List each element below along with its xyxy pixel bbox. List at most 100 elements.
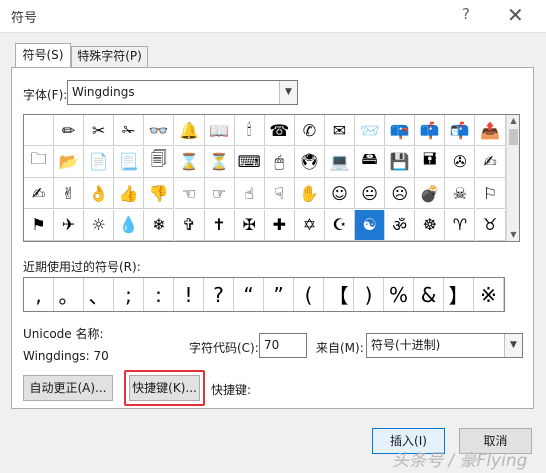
help-icon[interactable]: ? xyxy=(462,5,470,23)
recent-symbol-cell[interactable]: 【 xyxy=(324,278,354,311)
recent-symbol-cell[interactable]: ( xyxy=(294,278,324,311)
close-icon[interactable]: ✕ xyxy=(507,3,524,27)
symbol-cell[interactable]: 📬 xyxy=(445,115,476,146)
recent-symbol-cell[interactable]: : xyxy=(144,278,174,311)
recent-symbol-cell[interactable]: ※ xyxy=(474,278,504,311)
symbol-cell[interactable]: ☜ xyxy=(174,178,205,209)
symbol-cell[interactable]: 📨 xyxy=(355,115,386,146)
symbol-cell[interactable]: ✍ xyxy=(24,178,54,209)
symbol-cell[interactable]: 📖 xyxy=(204,115,235,146)
symbol-cell[interactable]: 🗐 xyxy=(144,146,175,178)
symbol-cell[interactable]: 🔔 xyxy=(174,115,205,146)
recent-symbol-cell[interactable]: % xyxy=(384,278,414,311)
recent-symbols[interactable]: ,。、;:!? “”(【)% &】 ※ xyxy=(23,277,505,312)
symbol-cell[interactable]: ✡ xyxy=(294,209,325,241)
recent-symbol-cell[interactable]: ) xyxy=(354,278,384,311)
font-select[interactable]: Wingdings ▼ xyxy=(67,80,298,105)
symbol-cell[interactable]: ⌨ xyxy=(234,146,265,178)
recent-symbol-cell[interactable]: 、 xyxy=(84,278,114,311)
symbol-cell[interactable]: 📤 xyxy=(475,115,506,146)
symbol-cell[interactable]: ♉ xyxy=(475,209,506,241)
symbol-cell[interactable]: 🕯 xyxy=(234,115,265,146)
recent-symbol-cell[interactable]: , xyxy=(24,278,54,311)
scroll-thumb[interactable] xyxy=(509,129,518,145)
symbol-cell[interactable]: ☝ xyxy=(234,178,265,209)
symbol-cell[interactable] xyxy=(24,115,54,146)
symbol-cell[interactable]: ☠ xyxy=(445,178,476,209)
recent-symbol-cell[interactable]: ” xyxy=(264,278,294,311)
recent-symbol-cell[interactable]: 】 xyxy=(444,278,474,311)
symbol-cell[interactable]: 💣 xyxy=(415,178,446,209)
watermark-text: 头条号 / 豪Flying xyxy=(392,451,528,471)
symbol-cell[interactable]: ✈ xyxy=(54,209,85,241)
symbol-cell[interactable]: 👌 xyxy=(84,178,115,209)
symbol-cell[interactable]: ☸ xyxy=(415,209,446,241)
scroll-up-icon[interactable]: ▲ xyxy=(507,115,520,127)
symbol-cell[interactable]: 💻 xyxy=(325,146,355,178)
chevron-down-icon[interactable]: ▼ xyxy=(504,334,522,357)
char-code-input[interactable]: 70 xyxy=(259,333,307,358)
symbol-cell[interactable]: ☟ xyxy=(264,178,295,209)
symbol-cell[interactable]: ☪ xyxy=(325,209,355,241)
symbol-cell[interactable]: ✌ xyxy=(54,178,85,209)
symbol-cell[interactable]: ☺ xyxy=(325,178,355,209)
symbol-cell[interactable]: ❄ xyxy=(144,209,175,241)
symbol-cell[interactable]: ☎ xyxy=(264,115,295,146)
symbol-cell[interactable]: ☞ xyxy=(204,178,235,209)
symbol-cell[interactable]: 😐 xyxy=(355,178,386,209)
symbol-cell[interactable]: ✂ xyxy=(84,115,115,146)
symbol-cell[interactable]: 🖱 xyxy=(264,146,295,178)
chevron-down-icon[interactable]: ▼ xyxy=(279,81,297,104)
symbol-cell[interactable]: ✞ xyxy=(174,209,205,241)
symbol-cell[interactable]: ☼ xyxy=(84,209,115,241)
symbol-cell[interactable]: 📄 xyxy=(84,146,115,178)
symbol-cell[interactable]: 📃 xyxy=(114,146,145,178)
symbol-cell[interactable]: ☯ xyxy=(355,209,386,241)
recent-symbol-cell[interactable]: ? xyxy=(204,278,234,311)
symbol-cell[interactable]: 👓 xyxy=(144,115,175,146)
symbol-cell[interactable]: 👎 xyxy=(144,178,175,209)
symbol-cell[interactable]: 💧 xyxy=(114,209,145,241)
autocorrect-button[interactable]: 自动更正(A)... xyxy=(23,375,113,401)
recent-symbol-cell[interactable]: “ xyxy=(234,278,264,311)
symbol-cell[interactable]: ✠ xyxy=(234,209,265,241)
symbol-cell[interactable]: ✆ xyxy=(294,115,325,146)
symbol-cell[interactable]: ⚐ xyxy=(475,178,506,209)
symbol-cell[interactable]: 👍 xyxy=(114,178,145,209)
shortcut-key-label: 快捷键: xyxy=(211,383,252,397)
recent-symbol-cell[interactable]: & xyxy=(414,278,444,311)
symbol-cell[interactable]: ॐ xyxy=(385,209,416,241)
symbol-grid[interactable]: ✏ ✂ ✁ 👓 🔔 📖 🕯 ☎ ✆ ✉ 📨 📪 📫 📬 📤 🗀 📂 📄 📃 🗐 ⌛ ⏳ ⌨ 🖱 🖲 💻 🖴 💾 🖬 ✇ ✍ ✍ ✌ 👌 👍 👎 ☜ ☞ ☝ ☟… xyxy=(23,114,520,242)
symbol-cell[interactable]: 🗀 xyxy=(24,146,54,178)
recent-symbol-cell[interactable]: 。 xyxy=(54,278,84,311)
tab-special-characters[interactable]: 特殊字符(P) xyxy=(71,46,148,67)
recent-symbol-cell[interactable]: ; xyxy=(114,278,144,311)
recent-symbol-cell[interactable]: ! xyxy=(174,278,204,311)
symbol-cell[interactable]: 📪 xyxy=(385,115,416,146)
symbol-cell[interactable]: 🖬 xyxy=(415,146,446,178)
symbol-cell[interactable]: ✍ xyxy=(475,146,506,178)
symbol-cell[interactable]: 🖲 xyxy=(294,146,325,178)
tab-symbols[interactable]: 符号(S) xyxy=(15,43,71,67)
symbol-cell[interactable]: ⚑ xyxy=(24,209,54,241)
symbol-grid-scrollbar[interactable]: ▲ ▼ xyxy=(506,115,519,241)
window-title: 符号 xyxy=(11,11,38,26)
symbol-cell[interactable]: ✋ xyxy=(294,178,325,209)
from-select[interactable]: 符号(十进制) ▼ xyxy=(366,333,523,358)
symbol-cell[interactable]: ⌛ xyxy=(174,146,205,178)
scroll-down-icon[interactable]: ▼ xyxy=(507,229,520,241)
symbol-cell[interactable]: ✁ xyxy=(114,115,145,146)
symbol-cell[interactable]: ✉ xyxy=(325,115,355,146)
symbol-cell[interactable]: ✏ xyxy=(54,115,85,146)
symbol-cell[interactable]: 🖴 xyxy=(355,146,386,178)
symbol-cell[interactable]: 📫 xyxy=(415,115,446,146)
symbol-cell[interactable]: ✝ xyxy=(204,209,235,241)
symbol-cell[interactable]: ☹ xyxy=(385,178,416,209)
symbol-cell[interactable]: 📂 xyxy=(54,146,85,178)
symbol-cell[interactable]: ✚ xyxy=(264,209,295,241)
from-select-value: 符号(十进制) xyxy=(371,338,441,352)
symbol-cell[interactable]: 💾 xyxy=(385,146,416,178)
symbol-cell[interactable]: ⏳ xyxy=(204,146,235,178)
symbol-cell[interactable]: ♈ xyxy=(445,209,476,241)
symbol-cell[interactable]: ✇ xyxy=(445,146,476,178)
